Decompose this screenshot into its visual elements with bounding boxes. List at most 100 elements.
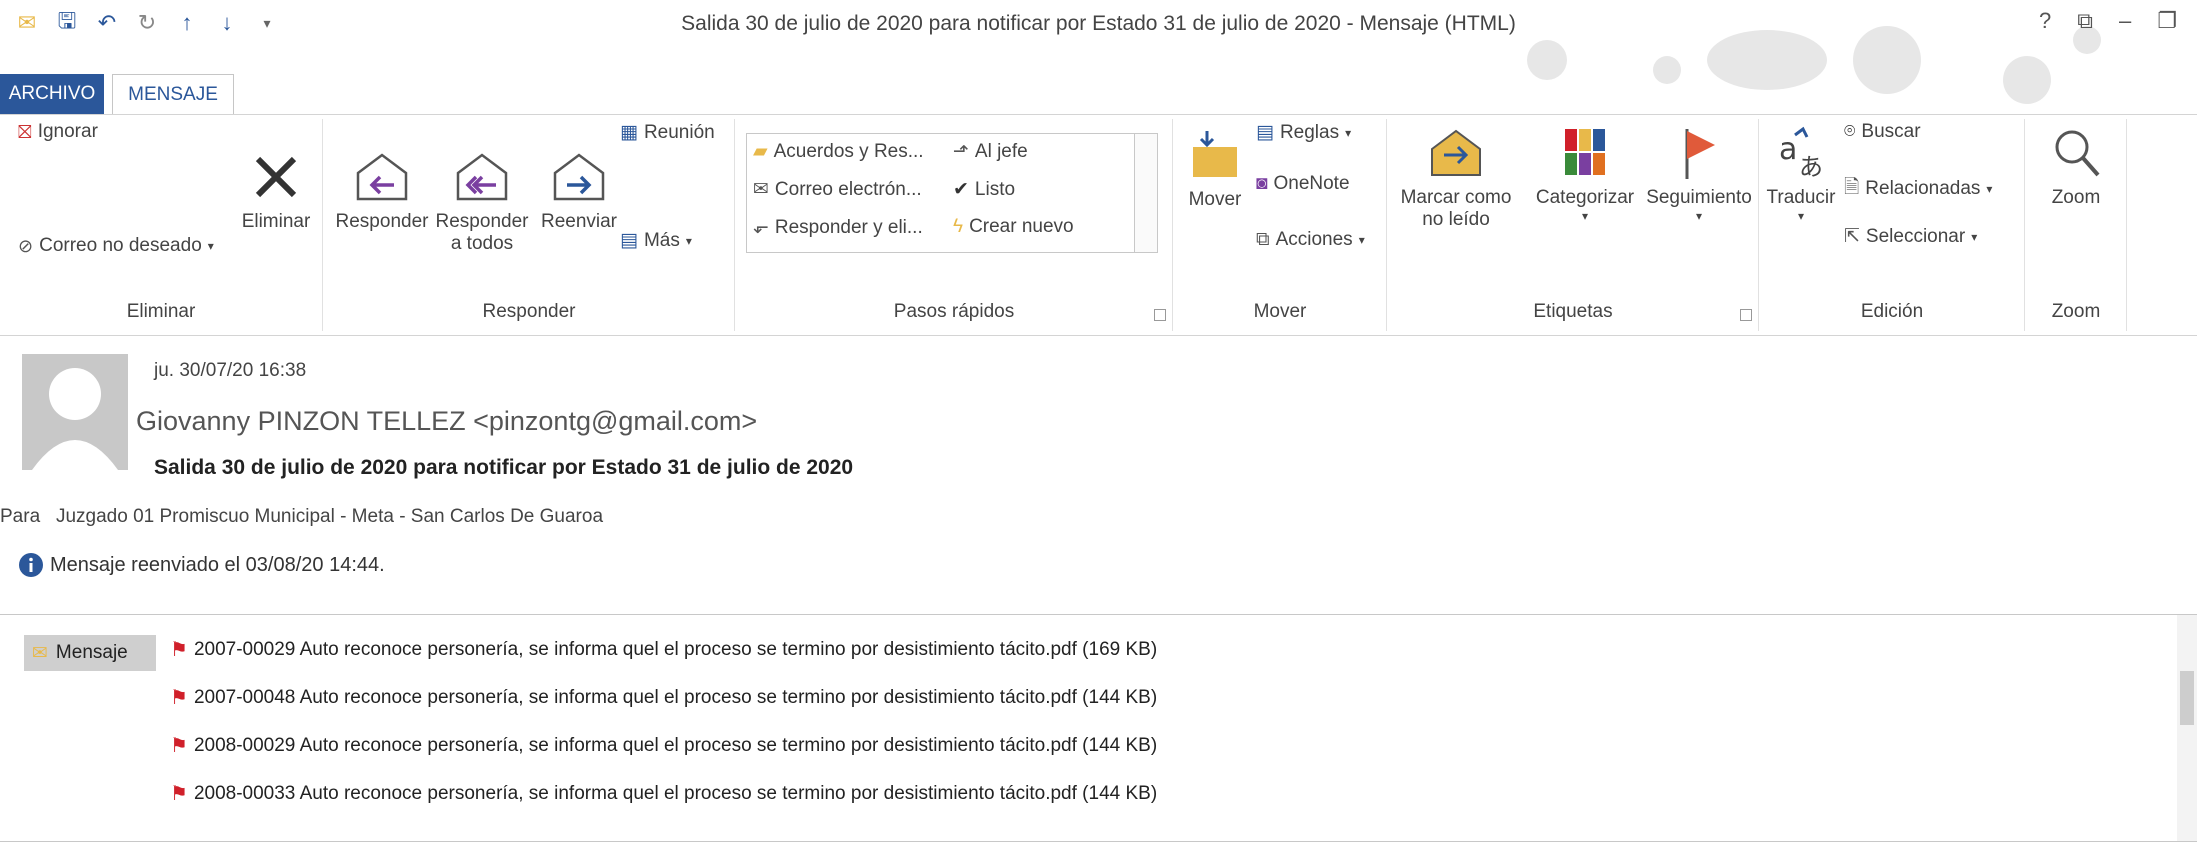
attachment-item[interactable]: ⚑ 2007-00048 Auto reconoce personería, s… <box>170 685 1157 710</box>
title-bar: ✉ 🖫 ↶ ↻ ↑ ↓ ▾ Salida 30 de julio de 2020… <box>0 0 2197 104</box>
reply-button[interactable]: Responder <box>332 149 432 233</box>
mark-unread-button[interactable]: Marcar como no leído <box>1396 125 1516 231</box>
tab-message[interactable]: MENSAJE <box>112 74 234 115</box>
attachment-item[interactable]: ⚑ 2008-00033 Auto reconoce personería, s… <box>170 781 1157 806</box>
delete-button[interactable]: Eliminar <box>236 149 316 233</box>
checkmark-icon: ✔ <box>953 179 969 200</box>
reply-all-button[interactable]: Responder a todos <box>430 149 534 255</box>
message-body-chip[interactable]: ✉ Mensaje <box>24 635 156 671</box>
document-icon: 🗎 <box>1844 177 1860 198</box>
window-controls: ? ⧉ – ❐ <box>2039 8 2177 34</box>
group-label-responder: Responder <box>482 301 576 322</box>
onenote-button[interactable]: ◙ OneNote <box>1256 173 1350 195</box>
pdf-icon: ⚑ <box>170 687 188 709</box>
chevron-down-icon: ▾ <box>1971 229 1978 244</box>
attachment-item[interactable]: ⚑ 2008-00029 Auto reconoce personería, s… <box>170 733 1157 758</box>
chevron-down-icon: ▾ <box>1986 182 1993 196</box>
minimize-button[interactable]: – <box>2119 8 2131 34</box>
restore-button[interactable]: ❐ <box>2157 8 2177 34</box>
actions-button[interactable]: ⧉ Acciones ▾ <box>1256 229 1365 251</box>
chevron-down-icon: ▾ <box>1581 209 1589 223</box>
forward-button[interactable]: Reenviar <box>534 149 624 233</box>
related-button[interactable]: 🗎 Relacionadas ▾ <box>1844 173 1992 205</box>
reply-delete-icon: ⬐ <box>753 217 769 238</box>
ribbon: ⛝ Ignorar ⊘ Correo no deseado ▾ Eliminar… <box>0 114 2197 336</box>
move-button[interactable]: Mover <box>1180 127 1250 211</box>
junk-icon: ⊘ <box>18 235 34 256</box>
window-title: Salida 30 de julio de 2020 para notifica… <box>681 12 1516 35</box>
categorize-button[interactable]: Categorizar ▾ <box>1530 125 1640 223</box>
zoom-button[interactable]: Zoom <box>2036 125 2116 209</box>
group-label-pasos-rapidos: Pasos rápidos <box>893 301 1015 322</box>
group-label-mover: Mover <box>1253 301 1307 322</box>
group-label-edicion: Edición <box>1860 301 1924 322</box>
lightning-icon: ϟ <box>953 216 964 237</box>
chevron-down-icon: ▾ <box>685 233 692 248</box>
select-button[interactable]: ⇱ Seleccionar ▾ <box>1844 225 1977 248</box>
rules-button[interactable]: ▤ Reglas ▾ <box>1256 121 1351 144</box>
message-header: ju. 30/07/20 16:38 Giovanny PINZON TELLE… <box>0 334 2197 614</box>
more-button[interactable]: ▤ Más ▾ <box>620 229 692 252</box>
categorize-icon <box>1565 129 1605 175</box>
translate-icon: aあ <box>1779 126 1823 181</box>
reply-icon <box>356 153 408 201</box>
followup-button[interactable]: Seguimiento ▾ <box>1644 125 1754 223</box>
binoculars-icon: ⌾ <box>1844 121 1856 142</box>
quick-steps-gallery: ▰ Acuerdos y Res... ⬏ Al jefe ✉ Correo e… <box>746 133 1158 253</box>
help-button[interactable]: ? <box>2039 8 2051 34</box>
person-icon <box>32 368 118 470</box>
forward-info-bar: Mensaje reenviado el 03/08/20 14:44. <box>18 552 385 578</box>
meeting-button[interactable]: ▦ Reunión <box>620 121 715 144</box>
group-label-etiquetas: Etiquetas <box>1533 301 1613 322</box>
group-zoom: Zoom Zoom <box>2026 119 2127 331</box>
recipient-name[interactable]: Juzgado 01 Promiscuo Municipal - Meta - … <box>56 506 603 527</box>
recipient-line: Para Juzgado 01 Promiscuo Municipal - Me… <box>0 506 603 528</box>
to-label: Para <box>0 506 41 527</box>
message-sender[interactable]: Giovanny PINZON TELLEZ <pinzontg@gmail.c… <box>136 406 757 437</box>
calendar-icon: ▦ <box>620 122 638 143</box>
delete-x-icon <box>255 156 297 198</box>
email-icon: ✉ <box>753 179 769 200</box>
pdf-icon: ⚑ <box>170 735 188 757</box>
quick-step-correo[interactable]: ✉ Correo electrón... <box>753 178 922 201</box>
quick-step-crear-nuevo[interactable]: ϟ Crear nuevo <box>953 216 1074 238</box>
quick-step-listo[interactable]: ✔ Listo <box>953 178 1015 201</box>
more-icon: ▤ <box>620 230 638 251</box>
group-etiquetas: Marcar como no leído Categorizar ▾ Segui… <box>1388 119 1759 331</box>
envelope-icon: ✉ <box>32 642 48 664</box>
pdf-icon: ⚑ <box>170 639 188 661</box>
group-responder: Responder Responder a todos Reenviar ▦ R… <box>324 119 735 331</box>
move-folder-icon <box>1193 131 1237 177</box>
ribbon-display-button[interactable]: ⧉ <box>2077 8 2093 34</box>
translate-button[interactable]: aあ Traducir ▾ <box>1764 125 1838 223</box>
svg-text:a: a <box>1779 132 1797 167</box>
attachments-pane: ✉ Mensaje ⚑ 2007-00029 Auto reconoce per… <box>0 614 2197 842</box>
actions-icon: ⧉ <box>1256 229 1270 250</box>
scrollbar-thumb[interactable] <box>2180 671 2194 725</box>
quick-step-responder-eliminar[interactable]: ⬐ Responder y eli... <box>753 216 923 239</box>
junk-button[interactable]: ⊘ Correo no deseado ▾ <box>18 235 214 257</box>
quick-step-al-jefe[interactable]: ⬏ Al jefe <box>953 140 1028 163</box>
chevron-down-icon: ▾ <box>207 239 214 253</box>
group-label-eliminar: Eliminar <box>126 301 196 322</box>
info-icon <box>19 553 43 577</box>
message-date: ju. 30/07/20 16:38 <box>154 360 307 381</box>
chevron-down-icon: ▾ <box>1695 209 1703 223</box>
quick-step-acuerdos[interactable]: ▰ Acuerdos y Res... <box>753 140 924 163</box>
svg-text:あ: あ <box>1799 153 1823 181</box>
rules-icon: ▤ <box>1256 122 1274 143</box>
group-eliminar: ⛝ Ignorar ⊘ Correo no deseado ▾ Eliminar… <box>0 119 323 331</box>
group-edicion: aあ Traducir ▾ ⌾ Buscar 🗎 Relacionadas ▾ … <box>1760 119 2025 331</box>
find-button[interactable]: ⌾ Buscar <box>1844 121 1921 143</box>
quick-steps-scrollbar[interactable] <box>1134 134 1157 252</box>
cursor-icon: ⇱ <box>1844 226 1860 247</box>
group-label-zoom: Zoom <box>2051 301 2101 322</box>
flag-icon <box>1685 129 1715 179</box>
attachment-item[interactable]: ⚑ 2007-00029 Auto reconoce personería, s… <box>170 637 1157 662</box>
tab-file[interactable]: ARCHIVO <box>0 74 104 114</box>
attachments-scrollbar[interactable] <box>2177 615 2197 841</box>
chevron-down-icon: ▾ <box>1358 233 1365 247</box>
reply-all-icon <box>456 153 508 201</box>
magnifier-icon <box>2055 130 2100 177</box>
ignore-button[interactable]: ⛝ Ignorar <box>18 121 98 143</box>
